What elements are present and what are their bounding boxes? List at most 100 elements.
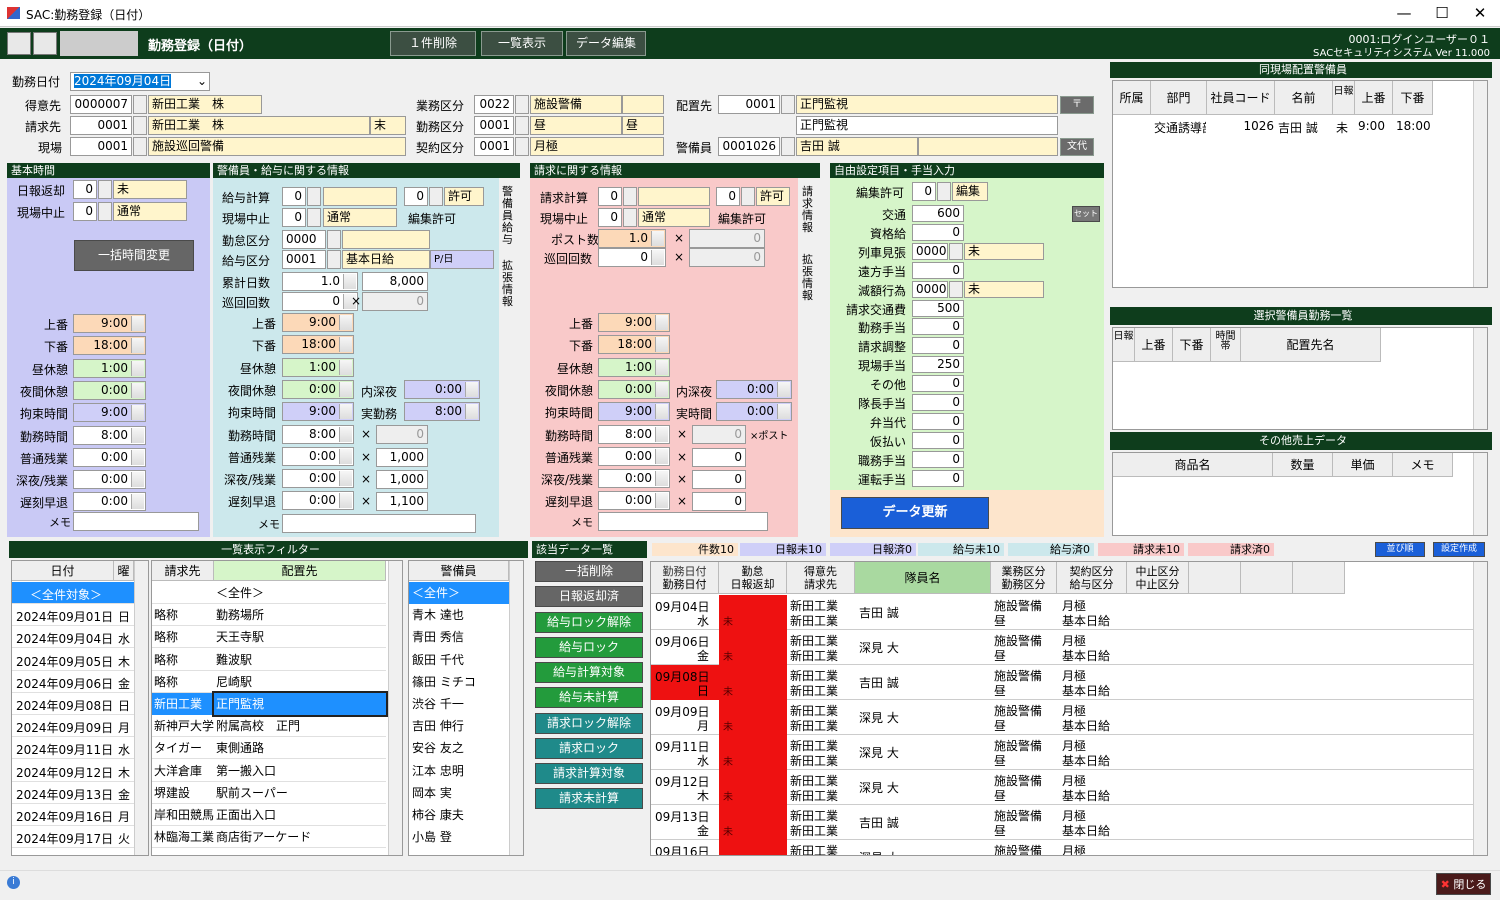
allowance-value[interactable]: 0 [912, 318, 964, 336]
daily-return-value[interactable]: 0 [73, 180, 97, 199]
allowance-lookup[interactable] [949, 280, 963, 298]
days-spinner[interactable]: 1.0 [282, 272, 358, 291]
work-list-scrollbar[interactable] [1473, 562, 1487, 855]
allowance-value[interactable]: 0 [912, 223, 964, 241]
guard-bun-button[interactable]: 文代 [1060, 138, 1094, 156]
close-window-icon[interactable]: ✕ [1461, 0, 1499, 27]
guard-code[interactable]: 0001026 [718, 137, 780, 156]
date-list-item[interactable]: 2024年09月05日木 [12, 649, 134, 671]
work-list-grid[interactable]: 勤務日付 勤務日付 勤怠 日報返却 得意先 請求先 隊員名 業務区分 勤務区分 契約区分 給与区分中… [650, 561, 1488, 856]
basic-time-spinner[interactable]: 9:00 [73, 403, 146, 423]
pay-side-tab-2[interactable]: 拡張情報 [502, 260, 516, 308]
post-list-item[interactable]: 大洋倉庫 第一搬入口 [152, 760, 386, 782]
pay-class-lookup[interactable] [327, 250, 341, 269]
pay-time-spinner[interactable]: 0:00 [282, 469, 354, 489]
pay-time-spinner[interactable]: 18:00 [282, 335, 354, 355]
same-site-scrollbar[interactable] [1473, 81, 1487, 287]
bill-perm-value[interactable]: 0 [716, 187, 740, 206]
bill-time-spinner[interactable]: 0:00 [598, 469, 670, 489]
close-button[interactable]: ✖ 閉じる [1436, 873, 1491, 895]
free-edit-lookup[interactable] [937, 182, 951, 201]
date-list-item[interactable]: 2024年09月01日日 [12, 604, 134, 627]
post-list-scrollbar[interactable] [388, 561, 402, 855]
post-list-item[interactable]: 岸和田競馬 正面出入口 [152, 804, 386, 826]
contract-lookup-button[interactable] [515, 137, 529, 156]
bill-time-spinner[interactable]: 8:00 [598, 424, 670, 444]
basic-time-spinner[interactable]: 1:00 [73, 358, 146, 378]
allowance-value[interactable]: 0 [912, 412, 964, 430]
setting-create-button[interactable]: 設定作成 [1433, 542, 1485, 557]
set-button[interactable]: セット [1072, 206, 1100, 222]
bill-time-spinner[interactable]: 0:00 [598, 491, 670, 511]
date-list-item[interactable]: 2024年09月11日水 [12, 737, 134, 760]
post-list-item[interactable]: 林臨海工業 商店街アーケード [152, 826, 386, 849]
action-bill-lock-button[interactable]: 請求ロック [535, 738, 643, 759]
bill-time-spinner[interactable]: 18:00 [598, 335, 670, 355]
pay-time-spinner[interactable]: 0:00 [282, 491, 354, 511]
bill-time-spinner[interactable]: 0:00 [598, 379, 670, 399]
post-lookup-button[interactable] [781, 95, 795, 114]
pay-amount-ot_amt[interactable]: 1,000 [376, 448, 428, 467]
same-site-grid[interactable]: 所属部門社員コード名前日報上番下番 交通誘導部 1026 吉田 誠 未 9:00 18:0… [1112, 80, 1488, 288]
action-bulk-delete-button[interactable]: 一括削除 [535, 561, 643, 582]
post-list-item[interactable]: ＜全件＞ [152, 582, 386, 604]
save-icon[interactable] [33, 32, 57, 55]
allowance-value[interactable]: 0 [912, 375, 964, 393]
guard-list-item[interactable]: 岡本 実 [409, 782, 509, 804]
daily-return-lookup[interactable] [98, 180, 112, 199]
bill-calc-lookup[interactable] [623, 187, 637, 206]
action-return-button[interactable]: 日報返却済 [535, 586, 643, 607]
bill-perm-lookup[interactable] [741, 187, 755, 206]
other-sales-grid[interactable]: 商品名 数量 単価 メモ [1112, 452, 1488, 536]
date-list-item[interactable]: 2024年09月06日金 [12, 671, 134, 693]
biz-code[interactable]: 0022 [474, 95, 514, 114]
bill-amount-late_ot_amt[interactable]: 0 [692, 470, 746, 489]
basic-time-spinner[interactable]: 18:00 [73, 336, 146, 356]
guard-list-item[interactable]: 篠田 ミチコ [409, 671, 509, 693]
guard-list-item[interactable]: 青木 達也 [409, 604, 509, 626]
free-edit-value[interactable]: 0 [912, 182, 936, 201]
post-list-item[interactable]: 略称 尼崎駅 [152, 671, 386, 693]
date-list-item[interactable]: 2024年09月13日金 [12, 782, 134, 804]
pay-class-code[interactable]: 0001 [282, 250, 326, 269]
date-list-item[interactable]: 2024年09月12日木 [12, 760, 134, 782]
work-lookup-button[interactable] [515, 116, 529, 135]
free-edit-button[interactable]: 編集 [952, 182, 988, 201]
guard-list-scrollbar[interactable] [509, 561, 523, 855]
bill-stop-value[interactable]: 0 [598, 208, 622, 227]
action-bill-target-button[interactable]: 請求計算対象 [535, 763, 643, 784]
action-pay-unlock-button[interactable]: 給与ロック解除 [535, 612, 643, 633]
post-list-item[interactable]: 新田工業 正門監視 [152, 691, 388, 717]
bill-time-spinner[interactable]: 0:00 [598, 446, 670, 466]
date-list-item[interactable]: 2024年09月08日日 [12, 693, 134, 715]
bill-stop-lookup[interactable] [623, 208, 637, 227]
post-list-item[interactable]: 略称 勤務場所 [152, 604, 386, 627]
allowance-value[interactable]: 0 [912, 450, 964, 468]
minimize-icon[interactable]: — [1385, 0, 1423, 27]
post-list-item[interactable]: タイガー 東側通路 [152, 737, 386, 760]
attendance-code[interactable]: 0000 [282, 230, 326, 249]
action-pay-lock-button[interactable]: 給与ロック [535, 637, 643, 658]
bill-amount-ot_amt[interactable]: 0 [692, 448, 746, 467]
billing-code[interactable]: 0001 [70, 116, 132, 135]
post-list-item[interactable]: 略称 天王寺駅 [152, 626, 386, 649]
data-edit-button[interactable]: データ編集 [566, 31, 646, 56]
guard-lookup-button[interactable] [781, 137, 795, 156]
pay-calc-value[interactable]: 0 [282, 187, 306, 206]
allowance-lookup[interactable] [949, 242, 963, 260]
work-list-row[interactable]: 09月09日月未新田工業 新田工業 深見 大施設警備昼月極 基本日給 [651, 700, 1473, 735]
bill-permit-button[interactable]: 許可 [756, 187, 790, 206]
selected-guard-grid[interactable]: 日報 上番 下番 時間帯 配置先名 [1112, 327, 1488, 430]
bill-side-tab-2[interactable]: 拡張情報 [802, 254, 816, 302]
attendance-lookup[interactable] [327, 230, 341, 249]
bill-calc-value[interactable]: 0 [598, 187, 622, 206]
pay-perm-lookup[interactable] [429, 187, 443, 206]
action-pay-none-button[interactable]: 給与未計算 [535, 687, 643, 708]
pay-time-spinner[interactable]: 8:00 [282, 424, 354, 444]
maximize-icon[interactable]: ☐ [1423, 0, 1461, 27]
allowance-value[interactable]: 500 [912, 299, 964, 317]
basic-time-spinner[interactable]: 0:00 [73, 470, 146, 490]
allowance-code[interactable]: 0000 [912, 280, 948, 298]
pay-patrol-spinner[interactable]: 0 [282, 292, 358, 311]
basic-memo-input[interactable] [73, 512, 199, 531]
